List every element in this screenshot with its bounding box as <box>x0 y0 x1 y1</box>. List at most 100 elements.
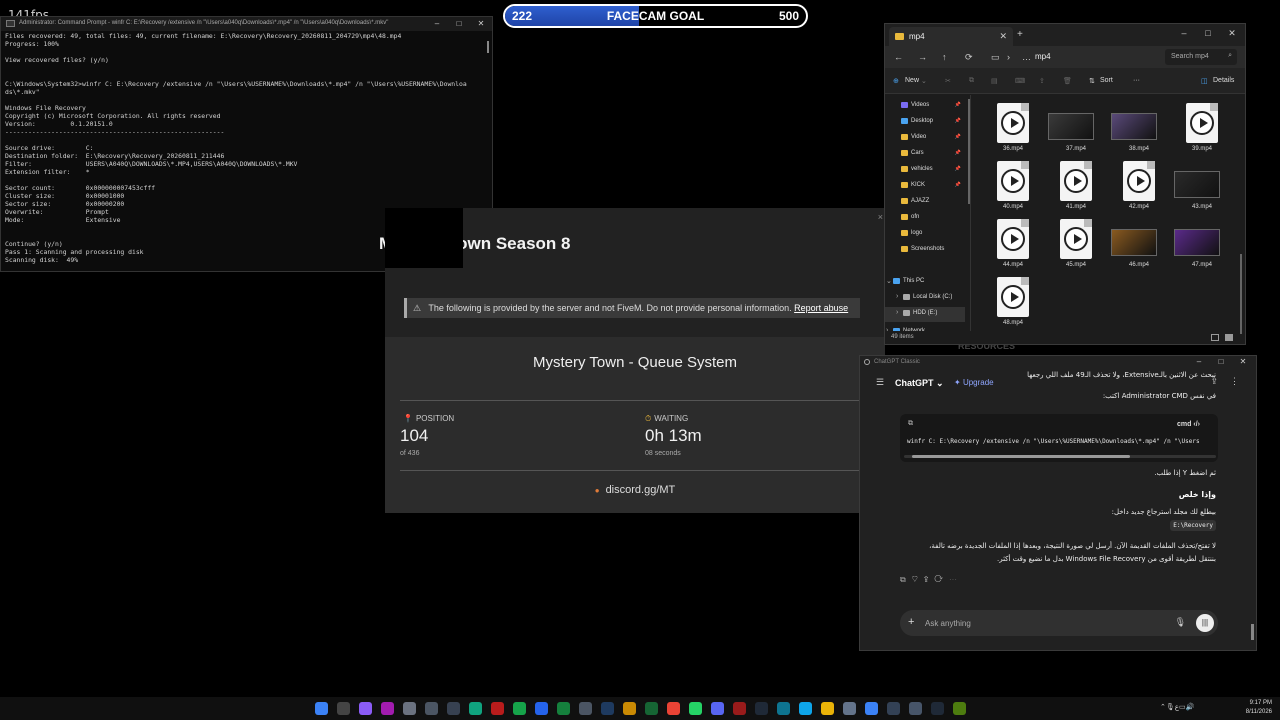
sidebar-item-this-pc[interactable]: ⌄ This PC <box>885 275 965 290</box>
share-icon[interactable]: ⇪ <box>924 575 935 584</box>
forward-icon[interactable]: → <box>918 52 927 62</box>
regenerate-icon[interactable]: ⟳ <box>934 575 949 584</box>
app-e-icon[interactable] <box>535 702 548 715</box>
clock[interactable]: 9:17 PM 8/11/2026 <box>1246 699 1272 717</box>
sort-button[interactable]: Sort <box>1100 77 1113 84</box>
copy-icon[interactable]: ⧉ <box>908 420 913 428</box>
nvidia-icon[interactable] <box>513 702 526 715</box>
chat-input[interactable]: + Ask anything 🎙 ||| <box>900 610 1218 636</box>
menu-icon[interactable]: ☰ <box>876 377 884 388</box>
chevron-icon[interactable]: › <box>896 309 898 316</box>
sidebar-item-videos[interactable]: Videos 📌 <box>885 99 965 114</box>
file-item[interactable]: 40.mp4 <box>983 159 1039 215</box>
edge-icon[interactable] <box>799 702 812 715</box>
sidebar-item-video[interactable]: Video 📌 <box>885 131 965 146</box>
chrome-icon[interactable] <box>667 702 680 715</box>
xbox-icon[interactable] <box>557 702 570 715</box>
code-scrollbar[interactable] <box>904 455 1216 458</box>
whatsapp-icon[interactable] <box>689 702 702 715</box>
new-button[interactable]: New <box>905 77 919 84</box>
app-j-icon[interactable] <box>755 702 768 715</box>
terminal-icon[interactable] <box>931 702 944 715</box>
rename-icon[interactable]: ⌨ <box>1015 77 1025 85</box>
file-item[interactable]: 45.mp4 <box>1046 217 1102 273</box>
discord-icon[interactable] <box>711 702 724 715</box>
chevron-icon[interactable]: ⌄ <box>886 277 892 285</box>
up-icon[interactable]: ↑ <box>942 52 947 62</box>
sidebar-item-local-disk-c-[interactable]: › Local Disk (C:) <box>885 291 965 306</box>
close-icon[interactable]: ✕ <box>470 17 492 31</box>
more-options-icon[interactable]: ⋮ <box>1230 376 1239 387</box>
sidebar-item-desktop[interactable]: Desktop 📌 <box>885 115 965 130</box>
maximize-icon[interactable]: □ <box>1197 26 1219 40</box>
music-icon[interactable] <box>359 702 372 715</box>
voice-mode-icon[interactable]: ||| <box>1196 614 1214 632</box>
app-b-icon[interactable] <box>425 702 438 715</box>
more-icon[interactable]: ⋯ <box>949 575 963 584</box>
file-item[interactable]: 43.mp4 <box>1172 159 1228 215</box>
nexus-icon[interactable] <box>381 702 394 715</box>
chatgpt-window[interactable]: ChatGPT Classic – □ ✕ ☰ ChatGPT ⌄ ✦ Upgr… <box>859 355 1257 651</box>
grid-scrollbar[interactable] <box>1240 254 1242 334</box>
minimize-icon[interactable]: – <box>1188 356 1210 368</box>
file-explorer-window[interactable]: mp4 ✕ + – □ ✕ ← → ↑ ⟳ ▭ › … mp4 Search m… <box>884 23 1246 345</box>
minimize-icon[interactable]: – <box>426 17 448 31</box>
file-item[interactable]: 36.mp4 <box>983 101 1039 157</box>
code-text[interactable]: winfr C: E:\Recovery /extensive /n "\Use… <box>907 438 1212 445</box>
copy-icon[interactable]: ⧉ <box>969 77 974 85</box>
app-d-icon[interactable] <box>491 702 504 715</box>
maximize-icon[interactable]: □ <box>448 17 470 31</box>
file-item[interactable]: 48.mp4 <box>983 275 1039 331</box>
chevron-right-icon[interactable]: › <box>1007 52 1010 62</box>
sidebar-item-logo[interactable]: logo <box>885 227 965 242</box>
search-icon[interactable] <box>337 702 350 715</box>
sidebar-item-cars[interactable]: Cars 📌 <box>885 147 965 162</box>
app-h-icon[interactable] <box>645 702 658 715</box>
delete-icon[interactable]: 🗑 <box>1063 77 1072 85</box>
search-input[interactable]: Search mp4 ⌕ <box>1165 49 1237 65</box>
sidebar-item-screenshots[interactable]: Screenshots <box>885 243 965 258</box>
maximize-icon[interactable]: □ <box>1210 356 1232 368</box>
file-item[interactable]: 38.mp4 <box>1109 101 1165 157</box>
app-a-icon[interactable] <box>403 702 416 715</box>
address-bar[interactable]: mp4 <box>1035 52 1051 61</box>
app-k-icon[interactable] <box>777 702 790 715</box>
code-scroll-thumb[interactable] <box>912 455 1130 458</box>
cut-icon[interactable]: ✂ <box>945 77 951 85</box>
app-f-icon[interactable] <box>579 702 592 715</box>
sidebar-item-kick[interactable]: KICK 📌 <box>885 179 965 194</box>
report-abuse-link[interactable]: Report abuse <box>794 303 848 313</box>
app-m-icon[interactable] <box>865 702 878 715</box>
app-g-icon[interactable] <box>623 702 636 715</box>
share-icon[interactable]: ⇪ <box>1039 77 1045 85</box>
new-tab-icon[interactable]: + <box>1017 29 1023 40</box>
paste-icon[interactable]: ▤ <box>991 77 998 85</box>
sidebar-item-ajazz[interactable]: AJAZZ <box>885 195 965 210</box>
sidebar-item-network[interactable]: › Network <box>885 325 965 331</box>
start-icon[interactable] <box>315 702 328 715</box>
app-i-icon[interactable] <box>733 702 746 715</box>
chatgpt-icon[interactable] <box>469 702 482 715</box>
chevron-icon[interactable]: › <box>886 327 888 331</box>
app-l-icon[interactable] <box>843 702 856 715</box>
chat-titlebar[interactable]: ChatGPT Classic – □ ✕ <box>860 356 1256 368</box>
close-icon[interactable]: ✕ <box>1221 26 1243 40</box>
model-selector[interactable]: ChatGPT ⌄ <box>895 378 944 389</box>
chat-scrollbar[interactable] <box>1251 624 1254 640</box>
more-path-icon[interactable]: … <box>1022 52 1031 62</box>
system-tray[interactable]: ⌃🎙ع▭🔊 <box>1160 703 1194 711</box>
close-icon[interactable]: × <box>878 212 883 222</box>
close-icon[interactable]: ✕ <box>1232 356 1254 368</box>
sidebar-scrollbar[interactable] <box>968 99 970 204</box>
tiles-view-icon[interactable] <box>1225 334 1233 341</box>
thumbs-up-icon[interactable]: ♡ <box>912 575 924 584</box>
details-button[interactable]: Details <box>1213 77 1234 84</box>
details-view-icon[interactable] <box>1211 334 1219 341</box>
app-n-icon[interactable] <box>887 702 900 715</box>
settings-icon[interactable] <box>909 702 922 715</box>
chat-input-placeholder[interactable]: Ask anything <box>925 619 971 628</box>
sidebar-item-hdd-e-[interactable]: › HDD (E:) <box>885 307 965 322</box>
attach-plus-icon[interactable]: + <box>908 616 914 628</box>
file-item[interactable]: 41.mp4 <box>1046 159 1102 215</box>
pc-icon[interactable]: ▭ <box>991 52 1000 63</box>
